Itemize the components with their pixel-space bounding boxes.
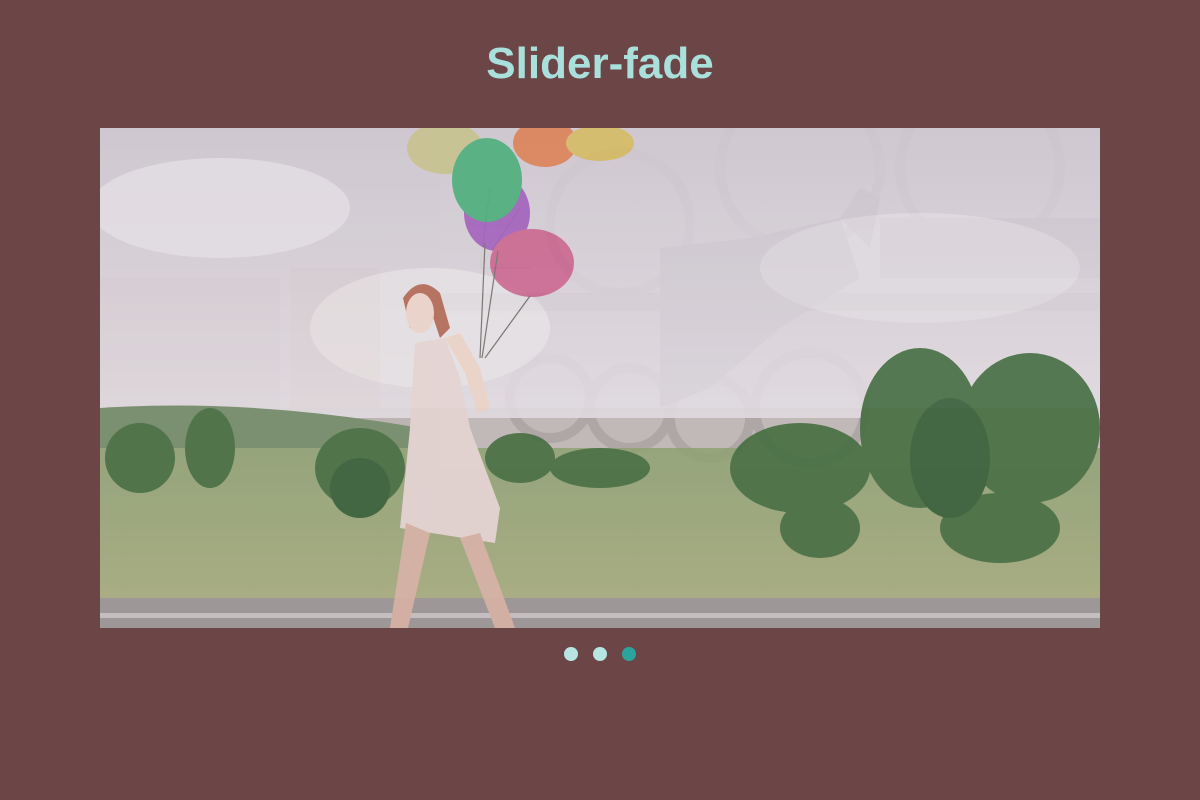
slide-3-dot[interactable] [622,647,636,661]
slide-2-dot[interactable] [593,647,607,661]
page-title: Slider-fade [486,39,714,88]
slide-1-dot[interactable] [564,647,578,661]
slider-dots [0,647,1200,663]
image-slider[interactable] [100,128,1100,628]
slide-meadow-landscape [100,128,1100,628]
